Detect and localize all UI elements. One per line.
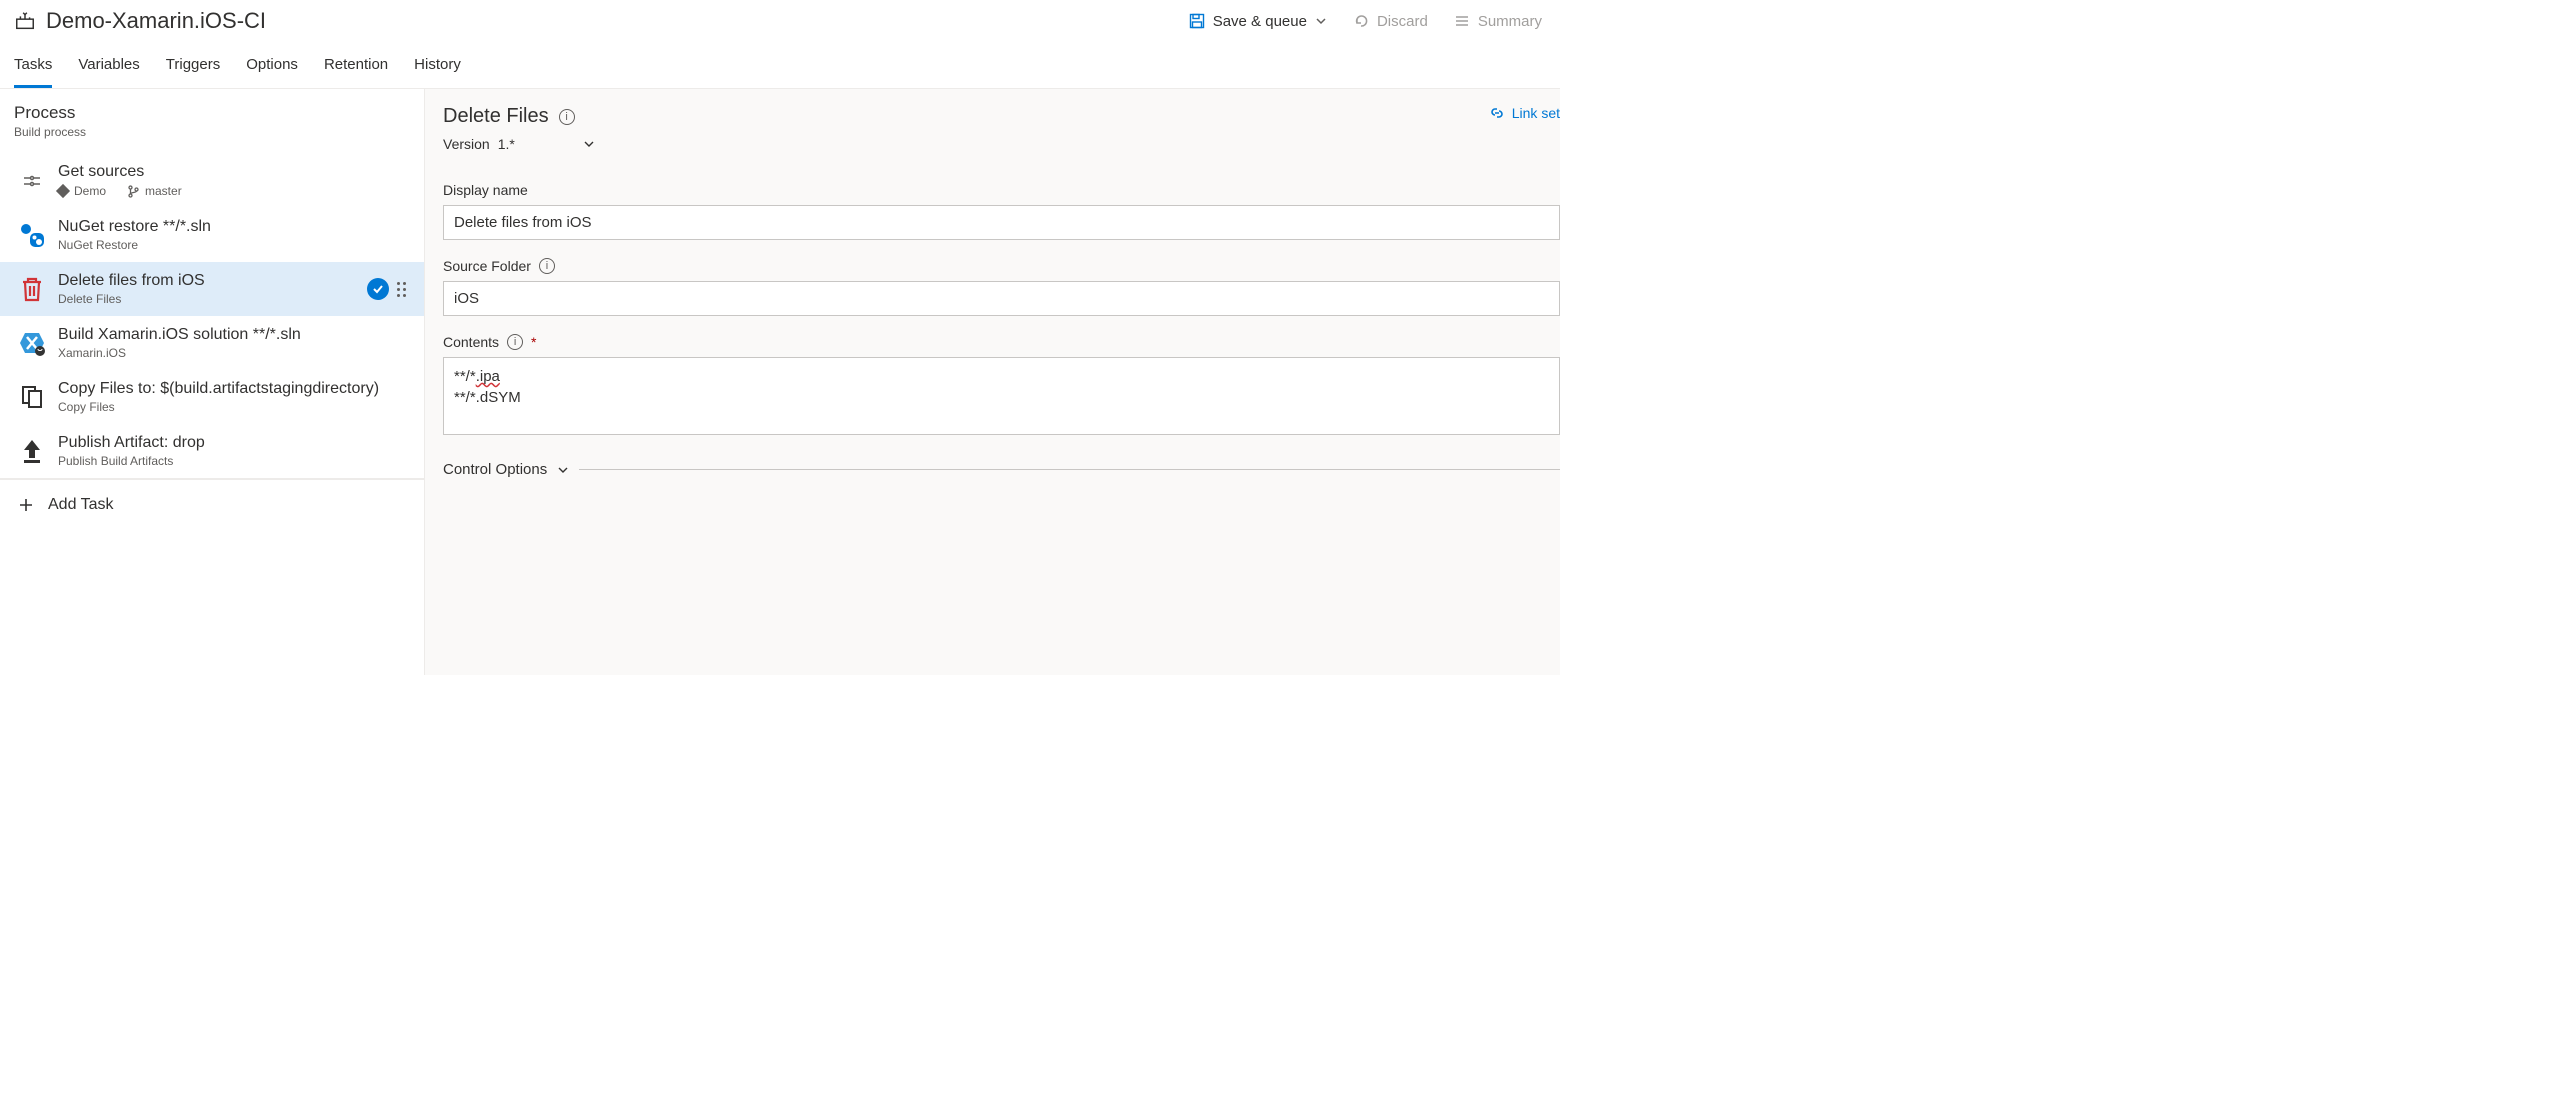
chevron-down-icon bbox=[583, 138, 595, 150]
task-title: NuGet restore **/*.sln bbox=[58, 218, 211, 236]
task-title: Publish Artifact: drop bbox=[58, 434, 205, 452]
tab-variables[interactable]: Variables bbox=[78, 56, 139, 88]
detail-pane: Delete Files i Version 1.* bbox=[425, 89, 1560, 675]
link-settings-button[interactable]: Link set bbox=[1489, 105, 1560, 121]
source-folder-field-group: Source Folder i bbox=[443, 258, 1560, 316]
control-options-toggle[interactable]: Control Options bbox=[443, 461, 1560, 478]
chevron-down-icon bbox=[557, 464, 569, 476]
task-row[interactable]: Copy Files to: $(build.artifactstagingdi… bbox=[0, 370, 424, 424]
save-icon bbox=[1189, 13, 1205, 29]
task-title: Build Xamarin.iOS solution **/*.sln bbox=[58, 326, 301, 344]
add-task-label: Add Task bbox=[48, 496, 114, 514]
enabled-check-icon bbox=[367, 278, 389, 300]
process-subtitle: Build process bbox=[14, 125, 410, 139]
task-title: Delete files from iOS bbox=[58, 272, 205, 290]
task-row[interactable]: NuGet restore **/*.sln NuGet Restore bbox=[0, 208, 424, 262]
discard-button: Discard bbox=[1353, 13, 1428, 30]
page-header: Demo-Xamarin.iOS-CI Save & queue bbox=[0, 0, 1560, 34]
panel-title: Delete Files bbox=[443, 105, 549, 128]
display-name-input[interactable] bbox=[443, 205, 1560, 240]
plus-icon bbox=[18, 497, 34, 513]
branch-icon bbox=[128, 185, 139, 198]
tab-history[interactable]: History bbox=[414, 56, 461, 88]
publish-icon bbox=[18, 437, 46, 465]
header-toolbar: Save & queue Discard bbox=[1189, 13, 1542, 30]
drag-handle-icon[interactable] bbox=[397, 282, 406, 297]
display-name-field-group: Display name bbox=[443, 182, 1560, 240]
task-title: Copy Files to: $(build.artifactstagingdi… bbox=[58, 380, 379, 398]
contents-field-group: Contents i * **/*.ipa**/*.dSYM bbox=[443, 334, 1560, 435]
get-sources-row[interactable]: Get sources Demo master bbox=[0, 153, 424, 208]
version-label: Version bbox=[443, 136, 490, 152]
version-selector[interactable]: Version 1.* bbox=[443, 136, 595, 152]
repo-name: Demo bbox=[74, 184, 106, 198]
sources-icon bbox=[18, 167, 46, 195]
task-row[interactable]: Publish Artifact: drop Publish Build Arti… bbox=[0, 424, 424, 478]
undo-icon bbox=[1353, 13, 1369, 29]
save-and-queue-label: Save & queue bbox=[1213, 13, 1307, 30]
list-icon bbox=[1454, 13, 1470, 29]
contents-input[interactable]: **/*.ipa**/*.dSYM bbox=[443, 357, 1560, 435]
repo-icon bbox=[56, 184, 70, 198]
nuget-icon bbox=[18, 221, 46, 249]
task-subtitle: Delete Files bbox=[58, 292, 205, 306]
info-icon[interactable]: i bbox=[559, 109, 575, 125]
chevron-down-icon bbox=[1315, 15, 1327, 27]
trash-icon bbox=[18, 275, 46, 303]
branch-name: master bbox=[145, 184, 182, 198]
left-pane: Process Build process Get sources bbox=[0, 89, 425, 675]
tab-options[interactable]: Options bbox=[246, 56, 298, 88]
build-pipeline-icon bbox=[14, 10, 36, 32]
link-settings-label: Link set bbox=[1512, 105, 1560, 121]
process-title: Process bbox=[14, 103, 410, 123]
task-row[interactable]: Delete files from iOS Delete Files bbox=[0, 262, 424, 316]
source-folder-label: Source Folder bbox=[443, 258, 531, 274]
xamarin-icon bbox=[18, 329, 46, 357]
task-subtitle: Xamarin.iOS bbox=[58, 346, 301, 360]
task-list: Get sources Demo master bbox=[0, 153, 424, 479]
summary-label: Summary bbox=[1478, 13, 1542, 30]
divider bbox=[579, 469, 1560, 470]
source-folder-input[interactable] bbox=[443, 281, 1560, 316]
get-sources-title: Get sources bbox=[58, 163, 182, 181]
version-value: 1.* bbox=[498, 136, 515, 152]
task-subtitle: NuGet Restore bbox=[58, 238, 211, 252]
tab-triggers[interactable]: Triggers bbox=[166, 56, 220, 88]
add-task-button[interactable]: Add Task bbox=[0, 479, 424, 530]
task-subtitle: Publish Build Artifacts bbox=[58, 454, 205, 468]
task-row[interactable]: Build Xamarin.iOS solution **/*.sln Xamar… bbox=[0, 316, 424, 370]
process-header[interactable]: Process Build process bbox=[0, 89, 424, 153]
contents-label: Contents bbox=[443, 334, 499, 350]
required-indicator: * bbox=[531, 334, 536, 350]
link-icon bbox=[1489, 105, 1505, 121]
tab-retention[interactable]: Retention bbox=[324, 56, 388, 88]
task-subtitle: Copy Files bbox=[58, 400, 379, 414]
control-options-label: Control Options bbox=[443, 461, 547, 478]
info-icon[interactable]: i bbox=[507, 334, 523, 350]
pipeline-title: Demo-Xamarin.iOS-CI bbox=[46, 8, 266, 34]
save-and-queue-button[interactable]: Save & queue bbox=[1189, 13, 1327, 30]
copy-icon bbox=[18, 383, 46, 411]
info-icon[interactable]: i bbox=[539, 258, 555, 274]
tabs-bar: Tasks Variables Triggers Options Retention Hi… bbox=[0, 56, 1560, 89]
discard-label: Discard bbox=[1377, 13, 1428, 30]
tab-tasks[interactable]: Tasks bbox=[14, 56, 52, 88]
summary-button: Summary bbox=[1454, 13, 1542, 30]
display-name-label: Display name bbox=[443, 182, 528, 198]
